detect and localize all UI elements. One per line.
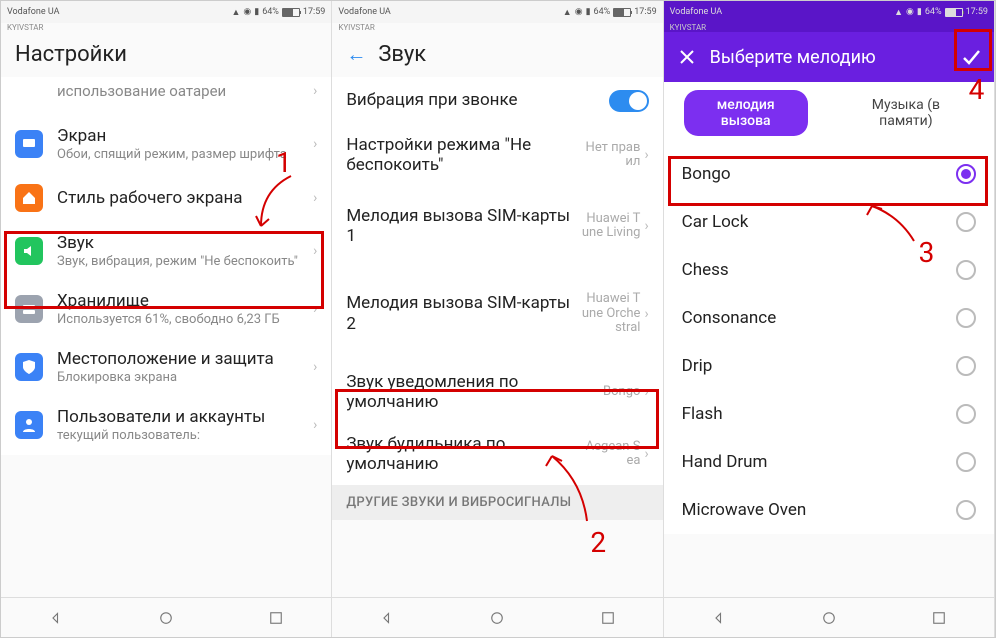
row-screen[interactable]: ЭкранОбои, спящий режим, размер шрифта ›	[1, 116, 331, 174]
row-users[interactable]: Пользователи и аккаунтытекущий пользоват…	[1, 397, 331, 455]
ringtone-microwave[interactable]: Microwave Oven	[664, 486, 994, 534]
page-title: Настройки	[1, 32, 331, 77]
picker-title: Выберите мелодию	[710, 47, 948, 68]
tab-ringtone[interactable]: мелодия вызова	[684, 90, 808, 136]
row-dnd[interactable]: Настройки режима "Не беспокоить" Нет пра…	[332, 125, 662, 187]
chevron-right-icon: ›	[313, 136, 317, 152]
status-bar: Vodafone UA ▲ ◉ ▮ 64% 17:59	[1, 1, 331, 23]
nav-recent-icon[interactable]	[599, 609, 617, 627]
radio[interactable]	[956, 404, 976, 424]
chevron-right-icon: ›	[313, 83, 317, 99]
row-battery-use[interactable]: использование оатареи ›	[1, 77, 331, 116]
tab-music[interactable]: Музыка (в памяти)	[838, 90, 974, 136]
row-vibrate[interactable]: Вибрация при звонке	[332, 77, 662, 125]
picker-header: Выберите мелодию	[664, 32, 994, 82]
storage-icon	[15, 295, 43, 323]
nav-home-icon[interactable]	[157, 609, 175, 627]
chevron-right-icon: ›	[313, 359, 317, 375]
chevron-right-icon: ›	[644, 147, 648, 163]
settings-list: использование оатареи › ЭкранОбои, спящи…	[1, 77, 331, 597]
chevron-right-icon: ›	[644, 384, 648, 400]
section-other-sounds: ДРУГИЕ ЗВУКИ И ВИБРОСИГНАЛЫ	[332, 485, 662, 520]
nav-back-icon[interactable]	[378, 609, 396, 627]
nav-back-icon[interactable]	[47, 609, 65, 627]
android-navbar	[1, 597, 331, 637]
chevron-right-icon: ›	[313, 243, 317, 259]
sound-icon	[15, 237, 43, 265]
chevron-right-icon: ›	[644, 306, 648, 322]
row-sim1[interactable]: Мелодия вызова SIM-карты 1 Huawei Tune L…	[332, 187, 662, 267]
page-header: ← Звук	[332, 32, 662, 77]
phone-sound: Vodafone UA ▲◉▮64%17:59 KYIVSTAR ← Звук …	[332, 1, 663, 637]
chevron-right-icon: ›	[644, 446, 648, 462]
radio-selected[interactable]	[956, 164, 976, 184]
subcarrier: KYIVSTAR	[1, 23, 331, 32]
row-sim2[interactable]: Мелодия вызова SIM-карты 2 Huawei Tune O…	[332, 267, 662, 362]
close-icon[interactable]	[674, 44, 700, 70]
battery-icon	[613, 8, 631, 17]
radio[interactable]	[956, 452, 976, 472]
nav-home-icon[interactable]	[488, 609, 506, 627]
ringtone-carlock[interactable]: Car Lock	[664, 198, 994, 246]
display-icon	[15, 130, 43, 158]
nav-home-icon[interactable]	[820, 609, 838, 627]
ringtone-flash[interactable]: Flash	[664, 390, 994, 438]
battery-icon	[945, 8, 963, 17]
phone-ringtone-picker: Vodafone UA ▲◉▮64%17:59 KYIVSTAR Выберит…	[664, 1, 995, 637]
row-homestyle[interactable]: Стиль рабочего экрана ›	[1, 174, 331, 223]
row-storage[interactable]: ХранилищеИспользуется 61%, свободно 6,23…	[1, 281, 331, 339]
sound-list: Вибрация при звонке Настройки режима "Не…	[332, 77, 662, 597]
nav-recent-icon[interactable]	[267, 609, 285, 627]
carrier-text: Vodafone UA	[7, 7, 59, 17]
ringtone-drip[interactable]: Drip	[664, 342, 994, 390]
radio[interactable]	[956, 356, 976, 376]
radio[interactable]	[956, 212, 976, 232]
battery-pct: 64%	[262, 7, 279, 17]
shield-icon	[15, 353, 43, 381]
toggle-on[interactable]	[609, 90, 649, 112]
chevron-right-icon: ›	[644, 218, 648, 234]
chevron-right-icon: ›	[313, 301, 317, 317]
user-icon	[15, 411, 43, 439]
android-navbar	[332, 597, 662, 637]
clock: 17:59	[303, 7, 325, 17]
battery-icon	[282, 8, 300, 17]
confirm-check-icon[interactable]	[958, 44, 984, 70]
row-location[interactable]: Местоположение и защитаБлокировка экрана…	[1, 339, 331, 397]
ringtone-consonance[interactable]: Consonance	[664, 294, 994, 342]
ringtone-handdrum[interactable]: Hand Drum	[664, 438, 994, 486]
ringtone-tabs: мелодия вызова Музыка (в памяти)	[664, 82, 994, 150]
row-notification-sound[interactable]: Звук уведомления по умолчанию Bongo›	[332, 362, 662, 424]
page-title: Звук	[378, 42, 426, 67]
phone-settings: Vodafone UA ▲ ◉ ▮ 64% 17:59 KYIVSTAR Нас…	[1, 1, 332, 637]
radio[interactable]	[956, 308, 976, 328]
ringtone-chess[interactable]: Chess	[664, 246, 994, 294]
cell-icon: ▮	[254, 7, 259, 17]
back-arrow-icon[interactable]: ←	[346, 42, 366, 67]
android-navbar	[664, 597, 994, 637]
chevron-right-icon: ›	[313, 417, 317, 433]
radio[interactable]	[956, 500, 976, 520]
home-icon	[15, 184, 43, 212]
row-alarm-sound[interactable]: Звук будильника по умолчанию Aegean Sea›	[332, 424, 662, 486]
wifi-icon: ◉	[243, 7, 251, 17]
nav-recent-icon[interactable]	[930, 609, 948, 627]
ringtone-list: Bongo Car Lock Chess Consonance Drip Fla…	[664, 150, 994, 597]
radio[interactable]	[956, 260, 976, 280]
row-sound[interactable]: ЗвукЗвук, вибрация, режим "Не беспокоить…	[1, 223, 331, 281]
chevron-right-icon: ›	[313, 190, 317, 206]
nav-back-icon[interactable]	[710, 609, 728, 627]
status-bar: Vodafone UA ▲◉▮64%17:59	[664, 1, 994, 23]
ringtone-bongo[interactable]: Bongo	[664, 150, 994, 198]
status-bar: Vodafone UA ▲◉▮64%17:59	[332, 1, 662, 23]
signal-icon: ▲	[231, 7, 240, 18]
